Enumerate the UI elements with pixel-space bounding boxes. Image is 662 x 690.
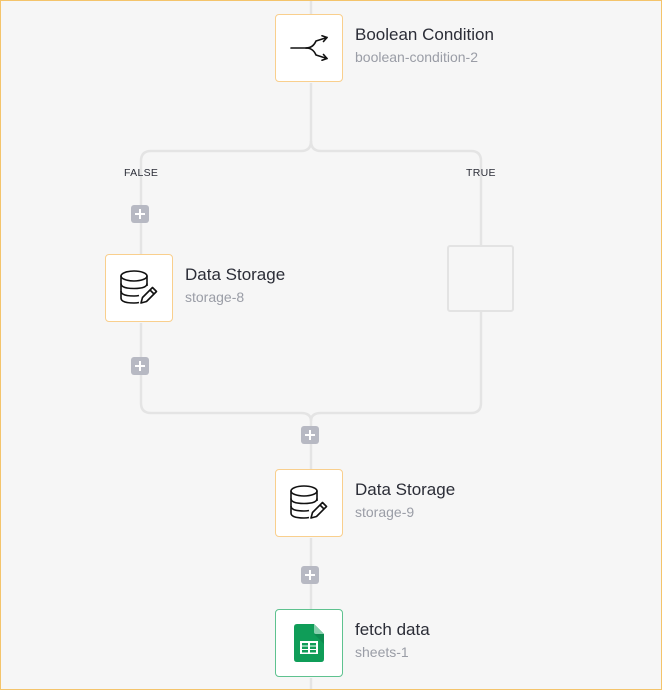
google-sheets-icon: [294, 624, 324, 662]
connector-lines: [139, 1, 483, 689]
database-edit-icon: [290, 485, 328, 519]
add-step-button-false-top[interactable]: [131, 205, 149, 223]
false-branch-label: FALSE: [124, 167, 159, 179]
storage-8-title: Data Storage: [185, 265, 286, 284]
sheets-1-title: fetch data: [355, 620, 430, 639]
sheets-1-node[interactable]: [275, 609, 343, 677]
boolean-condition-subtitle: boolean-condition-2: [355, 49, 478, 65]
sheets-1-subtitle: sheets-1: [355, 644, 409, 660]
boolean-condition-node[interactable]: [275, 14, 343, 82]
storage-8-subtitle: storage-8: [185, 289, 245, 305]
storage-9-title: Data Storage: [355, 480, 456, 499]
add-step-button-merge[interactable]: [301, 426, 319, 444]
true-branch-label: TRUE: [466, 167, 496, 179]
add-step-button-false-bottom[interactable]: [131, 357, 149, 375]
storage-9-subtitle: storage-9: [355, 504, 415, 520]
boolean-condition-title: Boolean Condition: [355, 25, 494, 44]
add-step-button-before-sheets[interactable]: [301, 566, 319, 584]
empty-step-placeholder[interactable]: [447, 245, 514, 312]
storage-9-node[interactable]: [275, 469, 343, 537]
branch-icon: [290, 35, 328, 61]
storage-8-node[interactable]: [105, 254, 173, 322]
database-edit-icon: [120, 270, 158, 304]
workflow-canvas[interactable]: Boolean Condition boolean-condition-2 FA…: [0, 0, 662, 690]
